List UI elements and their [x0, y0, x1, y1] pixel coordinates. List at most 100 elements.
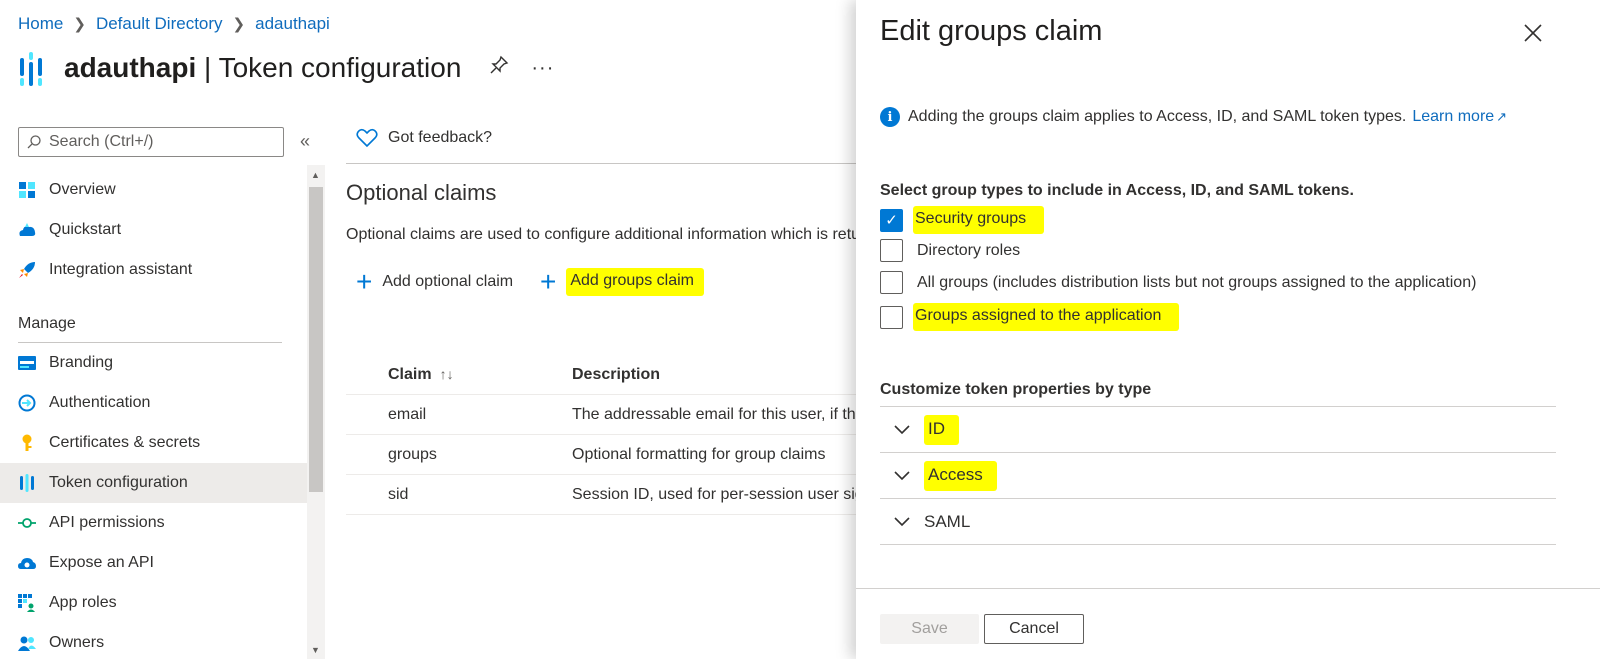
page-title-page: Token configuration: [218, 52, 462, 83]
checkmark-icon[interactable]: ✓: [880, 208, 903, 232]
scroll-down-icon[interactable]: ▼: [311, 645, 320, 655]
edit-groups-claim-panel: Edit groups claim i Adding the groups cl…: [856, 0, 1600, 659]
sidebar-item-label: Certificates & secrets: [49, 434, 201, 451]
footer-divider: [856, 588, 1600, 589]
checkbox-label: Groups assigned to the application: [913, 303, 1180, 331]
sidebar-item-label: Expose an API: [49, 554, 154, 571]
checkbox-label: All groups (includes distribution lists …: [917, 273, 1477, 291]
checkbox-security-groups[interactable]: ✓ Security groups: [880, 206, 1045, 234]
more-options-icon[interactable]: ···: [531, 57, 554, 80]
add-groups-claim-button[interactable]: + Add groups claim: [540, 268, 704, 296]
owners-icon: [18, 634, 36, 652]
checkbox-label: Directory roles: [917, 241, 1021, 259]
chevron-down-icon: [894, 470, 910, 480]
learn-more-link[interactable]: Learn more: [1412, 108, 1494, 126]
sidebar-item-label: Quickstart: [49, 221, 122, 238]
accordion-item-saml[interactable]: SAML: [880, 499, 1556, 545]
sidebar-item-owners[interactable]: Owners: [0, 623, 307, 659]
column-header-label: Claim: [388, 365, 432, 383]
description-cell: The addressable email for this user, if …: [572, 405, 856, 423]
sidebar-nav: Overview Quickstart Integration assistan…: [0, 170, 307, 659]
column-header-description: Description: [572, 365, 661, 383]
accordion-item-id[interactable]: ID: [880, 407, 1556, 453]
sidebar-item-overview[interactable]: Overview: [0, 170, 307, 210]
sidebar-item-api-permissions[interactable]: API permissions: [0, 503, 307, 543]
claims-table: Claim ↑↓ Description email The addressabl…: [346, 355, 856, 515]
accordion-item-access[interactable]: Access: [880, 453, 1556, 499]
chevron-right-icon: ❯: [232, 16, 246, 33]
app-roles-icon: [18, 594, 36, 612]
checkbox-directory-roles[interactable]: Directory roles: [880, 239, 1024, 262]
claim-cell: groups: [388, 445, 437, 463]
sidebar-item-label: Overview: [49, 181, 116, 198]
pin-icon[interactable]: [489, 55, 509, 81]
search-input[interactable]: Search (Ctrl+/): [18, 127, 284, 157]
sidebar-item-quickstart[interactable]: Quickstart: [0, 210, 307, 250]
collapse-sidebar-icon[interactable]: «: [300, 131, 310, 152]
table-row[interactable]: sid Session ID, used for per-session use…: [346, 475, 856, 515]
chevron-down-icon: [894, 516, 910, 526]
sidebar-item-app-roles[interactable]: App roles: [0, 583, 307, 623]
branding-icon: [18, 354, 36, 372]
search-icon: [27, 135, 41, 149]
add-optional-claim-button[interactable]: + Add optional claim: [356, 268, 513, 296]
authentication-icon: [18, 394, 36, 412]
column-header-claim[interactable]: Claim ↑↓: [346, 366, 572, 384]
sidebar-item-label: App roles: [49, 594, 117, 611]
checkbox-box[interactable]: [880, 239, 903, 262]
customize-token-label: Customize token properties by type: [880, 381, 1152, 398]
description-cell: Session ID, used for per-session user si…: [572, 485, 856, 503]
sidebar-scrollbar[interactable]: ▲ ▼: [307, 165, 325, 659]
feedback-label: Got feedback?: [388, 129, 493, 146]
sidebar-item-expose-api[interactable]: Expose an API: [0, 543, 307, 583]
sidebar-item-label: Token configuration: [49, 474, 188, 491]
checkbox-box[interactable]: [880, 305, 903, 329]
sort-icon[interactable]: ↑↓: [440, 366, 454, 382]
plus-icon: +: [356, 266, 373, 297]
search-placeholder: Search (Ctrl+/): [49, 133, 154, 150]
section-title: Optional claims: [346, 180, 497, 205]
section-description: Optional claims are used to configure ad…: [346, 226, 856, 243]
sidebar-item-label: Authentication: [49, 394, 151, 411]
checkbox-box[interactable]: [880, 271, 903, 294]
accordion-label: Access: [924, 460, 997, 491]
cloud-icon: [18, 554, 36, 572]
overview-icon: [18, 181, 36, 199]
table-row[interactable]: groups Optional formatting for group cla…: [346, 435, 856, 475]
feedback-button[interactable]: Got feedback?: [356, 128, 492, 148]
sidebar-item-integration-assistant[interactable]: Integration assistant: [0, 250, 307, 290]
checkbox-all-groups[interactable]: All groups (includes distribution lists …: [880, 271, 1480, 294]
info-icon: i: [880, 107, 900, 127]
sidebar-item-certificates[interactable]: Certificates & secrets: [0, 423, 307, 463]
claim-cell: sid: [388, 485, 409, 503]
app-registration-icon: [18, 48, 48, 88]
breadcrumb-home[interactable]: Home: [18, 14, 63, 34]
table-header-row: Claim ↑↓ Description: [346, 355, 856, 395]
sidebar-item-token-configuration[interactable]: Token configuration: [0, 463, 307, 503]
page-title-separator: |: [196, 52, 219, 83]
scrollbar-thumb[interactable]: [309, 187, 323, 492]
scroll-up-icon[interactable]: ▲: [311, 170, 320, 180]
cancel-button[interactable]: Cancel: [984, 614, 1084, 644]
save-button[interactable]: Save: [880, 614, 979, 644]
checkbox-groups-assigned[interactable]: Groups assigned to the application: [880, 303, 1180, 331]
breadcrumb-directory[interactable]: Default Directory: [96, 14, 223, 34]
external-link-icon[interactable]: ↗: [1496, 109, 1507, 125]
info-message: i Adding the groups claim applies to Acc…: [880, 107, 1507, 127]
sidebar-item-authentication[interactable]: Authentication: [0, 383, 307, 423]
breadcrumb-app[interactable]: adauthapi: [255, 14, 330, 34]
sidebar-item-label: Branding: [49, 354, 114, 371]
add-optional-claim-label: Add optional claim: [382, 273, 514, 290]
rocket-icon: [18, 261, 36, 279]
close-icon[interactable]: [1524, 18, 1542, 49]
description-cell: Optional formatting for group claims: [572, 445, 826, 463]
sidebar-item-branding[interactable]: Branding: [0, 343, 307, 383]
page-header: adauthapi | Token configuration ···: [18, 48, 554, 88]
command-bar-divider: [346, 163, 856, 164]
table-row[interactable]: email The addressable email for this use…: [346, 395, 856, 435]
chevron-down-icon: [894, 424, 910, 434]
key-icon: [18, 434, 36, 452]
breadcrumb: Home ❯ Default Directory ❯ adauthapi: [18, 14, 330, 34]
plus-icon: +: [540, 266, 557, 297]
token-type-accordion: ID Access SAML: [880, 406, 1556, 545]
